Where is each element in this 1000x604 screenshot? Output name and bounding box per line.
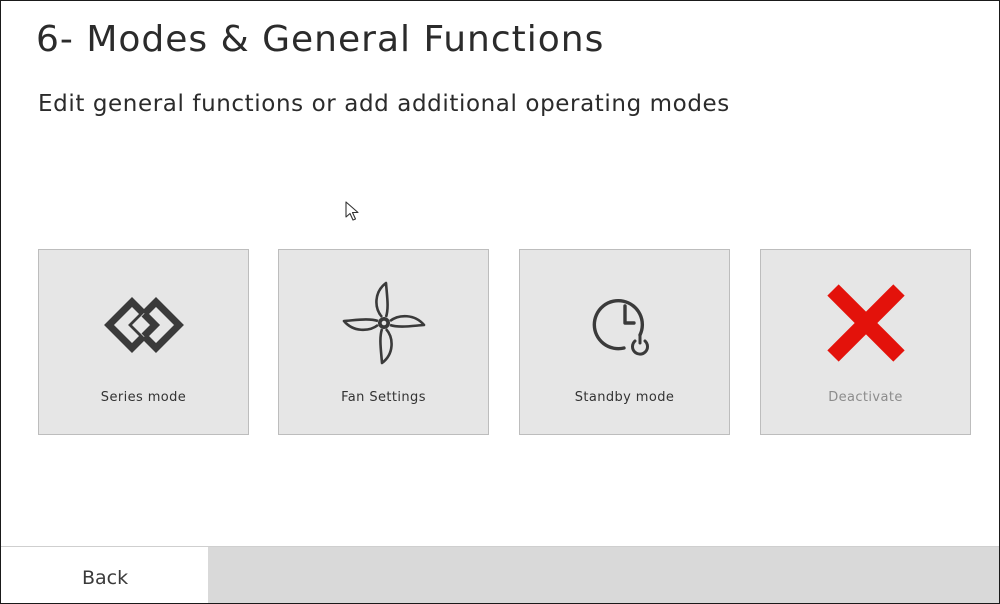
tile-label-fan-settings: Fan Settings <box>341 390 426 405</box>
deactivate-button[interactable]: Deactivate <box>760 249 971 435</box>
fan-icon <box>342 281 425 365</box>
tile-label-standby-mode: Standby mode <box>574 390 675 405</box>
fan-settings-button[interactable]: Fan Settings <box>278 249 489 435</box>
tile-label-series-mode: Series mode <box>100 390 187 405</box>
page-subtitle: Edit general functions or add additional… <box>38 91 730 117</box>
standby-mode-button[interactable]: Standby mode <box>519 249 730 435</box>
clock-power-icon <box>592 298 649 356</box>
series-mode-icon <box>103 297 184 353</box>
red-x-icon <box>826 284 905 362</box>
back-button[interactable]: Back <box>1 546 208 603</box>
page-title: 6- Modes & General Functions <box>36 19 605 60</box>
series-mode-button[interactable]: Series mode <box>38 249 249 435</box>
back-button-label: Back <box>82 567 129 589</box>
modes-screen: 6- Modes & General Functions Edit genera… <box>0 0 1000 604</box>
mouse-cursor-icon <box>345 201 359 221</box>
tile-label-deactivate: Deactivate <box>828 390 903 405</box>
